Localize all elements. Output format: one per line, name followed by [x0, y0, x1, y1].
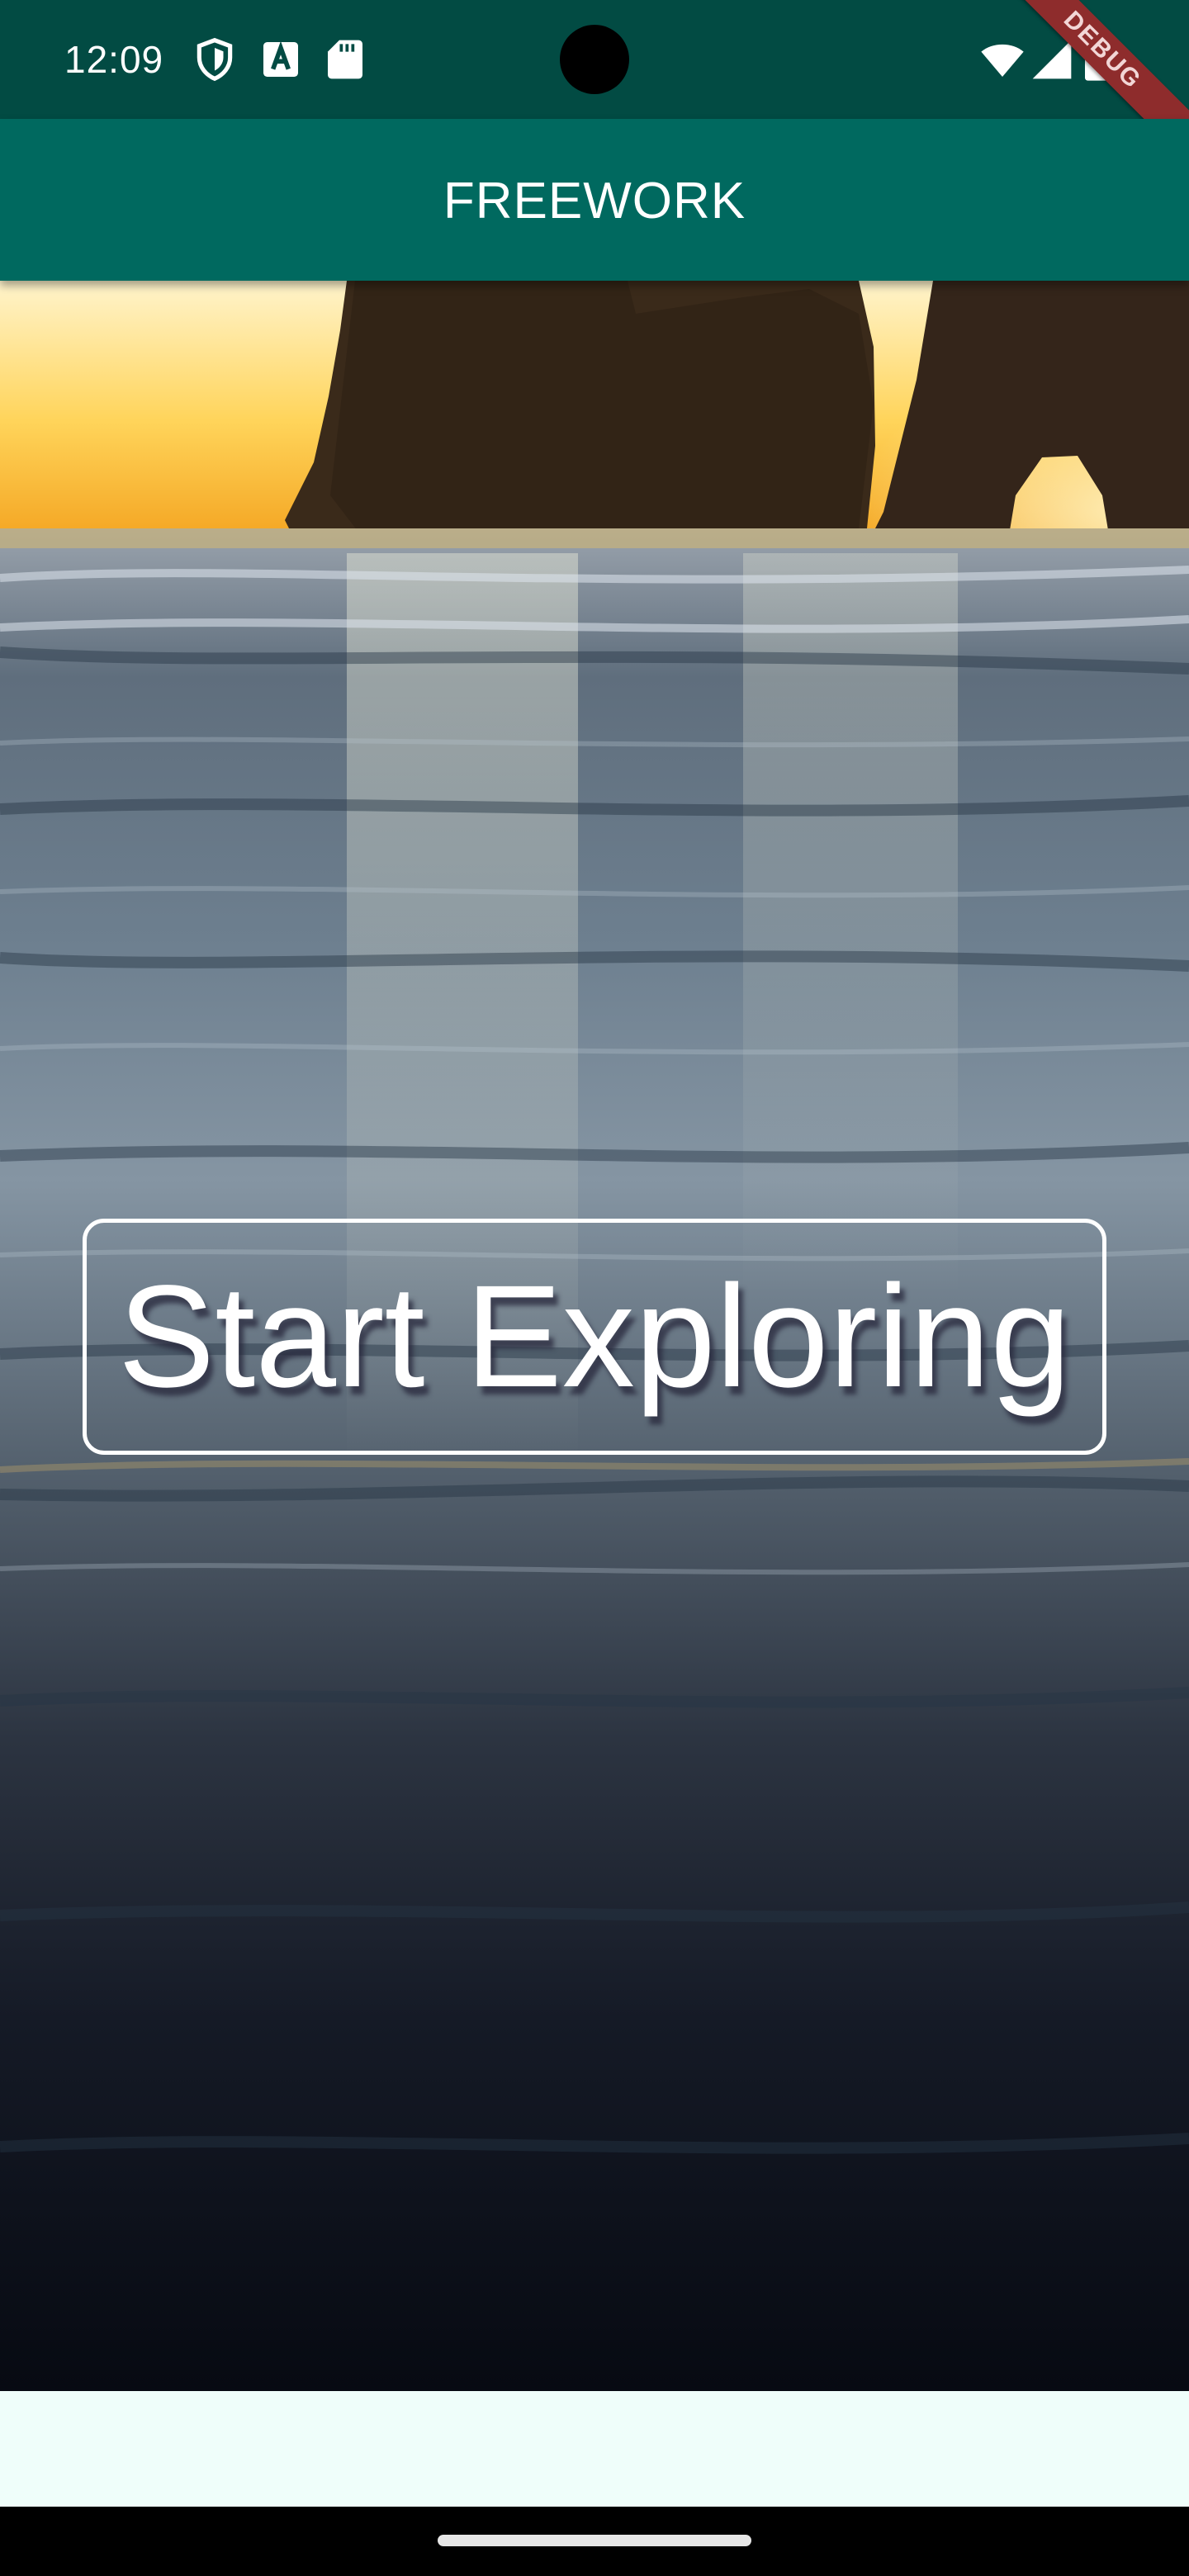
- status-bar: 12:09 DEBUG: [0, 0, 1189, 160]
- start-exploring-button[interactable]: Start Exploring: [83, 1219, 1106, 1455]
- camera-cutout: [560, 25, 629, 94]
- bottom-strip: [0, 2391, 1189, 2507]
- status-time: 12:09: [64, 38, 164, 81]
- sd-card-icon: [322, 36, 368, 83]
- system-nav-bar: [0, 2507, 1189, 2576]
- text-a-icon: [258, 36, 304, 83]
- gesture-handle[interactable]: [438, 2535, 751, 2546]
- shield-icon: [192, 36, 238, 83]
- wifi-icon: [978, 36, 1027, 83]
- app-title: FREEWORK: [443, 173, 746, 230]
- start-exploring-label: Start Exploring: [117, 1256, 1072, 1418]
- app-bar: FREEWORK: [0, 119, 1189, 281]
- background-video[interactable]: Start Exploring: [0, 281, 1189, 2391]
- app-screen: 12:09 DEBUG FREEWORK Start Exploring: [0, 0, 1189, 2576]
